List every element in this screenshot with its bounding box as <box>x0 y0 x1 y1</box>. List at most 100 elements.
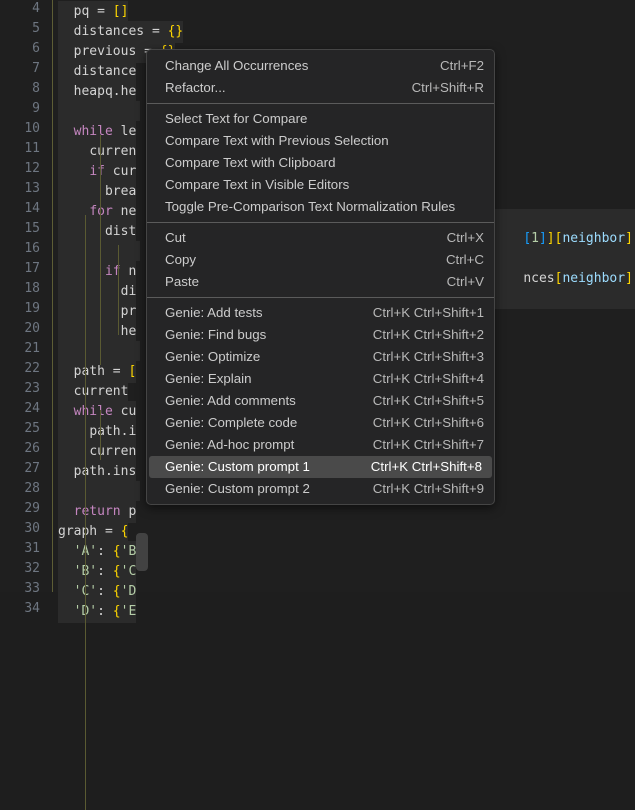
code-line-empty[interactable] <box>58 341 140 361</box>
menu-item-label: Compare Text with Previous Selection <box>165 133 389 148</box>
menu-item-shortcut: Ctrl+X <box>446 230 484 245</box>
menu-item-genie-complete-code[interactable]: Genie: Complete code Ctrl+K Ctrl+Shift+6 <box>147 412 494 434</box>
code-line[interactable]: path.ins <box>58 461 137 483</box>
code-line[interactable]: if n <box>58 261 137 283</box>
code-line[interactable]: curren <box>58 441 137 463</box>
indent-guide <box>100 410 101 460</box>
line-number: 30 <box>24 521 40 536</box>
menu-item-label: Compare Text with Clipboard <box>165 155 336 170</box>
code-line[interactable]: while le <box>58 121 137 143</box>
editor-context-menu[interactable]: Change All Occurrences Ctrl+F2 Refactor...… <box>146 49 495 505</box>
code-line[interactable]: dist <box>58 221 137 243</box>
line-number: 33 <box>24 581 40 596</box>
line-number: 6 <box>32 41 40 56</box>
code-line[interactable]: brea <box>58 181 137 203</box>
menu-item-genie-ad-hoc-prompt[interactable]: Genie: Ad-hoc prompt Ctrl+K Ctrl+Shift+7 <box>147 434 494 456</box>
code-line[interactable]: 'C': {'D <box>58 581 137 603</box>
code-line[interactable]: if cur <box>58 161 137 183</box>
code-line[interactable]: distance <box>58 61 137 83</box>
code-line[interactable]: heapq.he <box>58 81 137 103</box>
line-number: 4 <box>32 1 40 16</box>
menu-item-label: Genie: Complete code <box>165 415 298 430</box>
menu-item-label: Genie: Custom prompt 2 <box>165 481 310 496</box>
menu-item-refactor[interactable]: Refactor... Ctrl+Shift+R <box>147 77 494 99</box>
line-number: 12 <box>24 161 40 176</box>
menu-item-label: Toggle Pre-Comparison Text Normalization… <box>165 199 456 214</box>
menu-item-label: Select Text for Compare <box>165 111 308 126</box>
code-line[interactable]: 'A': {'B <box>58 541 137 563</box>
menu-item-change-all-occurrences[interactable]: Change All Occurrences Ctrl+F2 <box>147 55 494 77</box>
code-line[interactable]: he <box>58 321 137 343</box>
menu-item-genie-find-bugs[interactable]: Genie: Find bugs Ctrl+K Ctrl+Shift+2 <box>147 324 494 346</box>
menu-item-shortcut: Ctrl+V <box>446 274 484 289</box>
menu-item-cut[interactable]: Cut Ctrl+X <box>147 227 494 249</box>
menu-item-select-text-for-compare[interactable]: Select Text for Compare <box>147 108 494 130</box>
line-number: 14 <box>24 201 40 216</box>
code-line[interactable]: current <box>58 381 129 403</box>
code-line[interactable]: di <box>58 281 137 303</box>
indent-guide <box>100 165 101 365</box>
menu-item-shortcut: Ctrl+K Ctrl+Shift+7 <box>372 437 484 452</box>
code-line[interactable]: distances = {} <box>58 21 184 43</box>
code-line[interactable]: pr <box>58 301 137 323</box>
menu-item-paste[interactable]: Paste Ctrl+V <box>147 271 494 293</box>
menu-item-toggle-pre-comparison-text-normalization-rules[interactable]: Toggle Pre-Comparison Text Normalization… <box>147 196 494 218</box>
menu-item-genie-explain[interactable]: Genie: Explain Ctrl+K Ctrl+Shift+4 <box>147 368 494 390</box>
menu-item-shortcut: Ctrl+K Ctrl+Shift+6 <box>372 415 484 430</box>
line-number: 13 <box>24 181 40 196</box>
code-line[interactable]: for ne <box>58 201 137 223</box>
menu-item-shortcut: Ctrl+K Ctrl+Shift+8 <box>370 459 482 474</box>
line-number: 25 <box>24 421 40 436</box>
line-number: 22 <box>24 361 40 376</box>
menu-item-genie-add-comments[interactable]: Genie: Add comments Ctrl+K Ctrl+Shift+5 <box>147 390 494 412</box>
menu-item-shortcut: Ctrl+K Ctrl+Shift+9 <box>372 481 484 496</box>
code-line[interactable]: path = [ <box>58 361 137 383</box>
code-line[interactable]: pq = [] <box>58 1 129 23</box>
code-line-empty[interactable] <box>58 481 140 501</box>
line-number: 8 <box>32 81 40 96</box>
line-number: 26 <box>24 441 40 456</box>
line-number: 20 <box>24 321 40 336</box>
menu-item-shortcut: Ctrl+K Ctrl+Shift+3 <box>372 349 484 364</box>
line-number: 29 <box>24 501 40 516</box>
menu-item-compare-text-with-clipboard[interactable]: Compare Text with Clipboard <box>147 152 494 174</box>
code-line[interactable]: graph = { <box>58 521 129 543</box>
menu-item-genie-custom-prompt-2[interactable]: Genie: Custom prompt 2 Ctrl+K Ctrl+Shift+… <box>147 478 494 500</box>
line-number: 23 <box>24 381 40 396</box>
menu-item-shortcut: Ctrl+F2 <box>440 58 484 73</box>
menu-item-shortcut: Ctrl+K Ctrl+Shift+5 <box>372 393 484 408</box>
line-number: 16 <box>24 241 40 256</box>
indent-guide <box>85 380 86 810</box>
line-number: 21 <box>24 341 40 356</box>
line-number: 18 <box>24 281 40 296</box>
line-number: 11 <box>24 141 40 156</box>
menu-item-genie-add-tests[interactable]: Genie: Add tests Ctrl+K Ctrl+Shift+1 <box>147 302 494 324</box>
menu-separator <box>147 222 494 223</box>
menu-item-copy[interactable]: Copy Ctrl+C <box>147 249 494 271</box>
menu-item-label: Copy <box>165 252 197 267</box>
line-number: 17 <box>24 261 40 276</box>
code-line[interactable]: 'D': {'E <box>58 601 137 623</box>
menu-item-label: Paste <box>165 274 200 289</box>
menu-item-shortcut: Ctrl+K Ctrl+Shift+1 <box>372 305 484 320</box>
menu-item-compare-text-with-previous-selection[interactable]: Compare Text with Previous Selection <box>147 130 494 152</box>
vertical-scrollbar-thumb[interactable] <box>136 533 148 571</box>
menu-item-shortcut: Ctrl+K Ctrl+Shift+2 <box>372 327 484 342</box>
line-number: 9 <box>32 101 40 116</box>
menu-item-genie-optimize[interactable]: Genie: Optimize Ctrl+K Ctrl+Shift+3 <box>147 346 494 368</box>
code-line-empty[interactable] <box>58 241 140 261</box>
menu-item-label: Genie: Explain <box>165 371 252 386</box>
indent-guide <box>118 245 119 335</box>
menu-item-compare-text-in-visible-editors[interactable]: Compare Text in Visible Editors <box>147 174 494 196</box>
code-line[interactable]: 'B': {'C <box>58 561 137 583</box>
line-number: 7 <box>32 61 40 76</box>
code-line[interactable]: path.i <box>58 421 137 443</box>
menu-item-shortcut: Ctrl+Shift+R <box>411 80 484 95</box>
code-line-empty[interactable] <box>58 101 140 121</box>
code-line[interactable]: while cu <box>58 401 137 423</box>
code-line[interactable]: curren <box>58 141 137 163</box>
line-number: 15 <box>24 221 40 236</box>
code-line[interactable]: return p <box>58 501 137 523</box>
menu-item-genie-custom-prompt-1[interactable]: Genie: Custom prompt 1 Ctrl+K Ctrl+Shift+… <box>149 456 492 478</box>
menu-item-shortcut: Ctrl+K Ctrl+Shift+4 <box>372 371 484 386</box>
